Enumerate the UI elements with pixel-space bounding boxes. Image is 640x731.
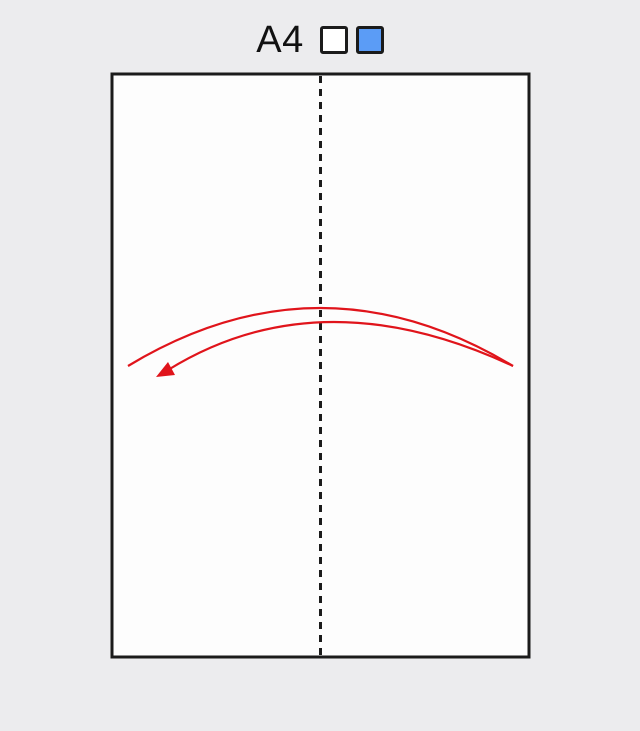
- folding-diagram: [110, 72, 531, 659]
